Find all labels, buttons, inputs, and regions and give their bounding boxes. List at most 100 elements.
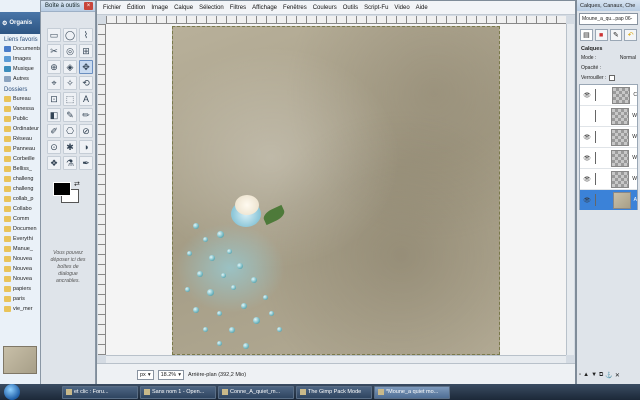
tool-button[interactable]: ⊞: [79, 44, 93, 58]
folder-item[interactable]: Vanessa: [0, 104, 43, 114]
tool-button[interactable]: ✱: [63, 140, 77, 154]
tool-button[interactable]: ⚗: [63, 156, 77, 170]
folder-item[interactable]: papiers: [0, 284, 43, 294]
eye-icon[interactable]: 👁: [582, 155, 592, 162]
folder-item[interactable]: Documen: [0, 224, 43, 234]
folder-item[interactable]: Ordinateur: [0, 124, 43, 134]
tool-button[interactable]: ❖: [47, 156, 61, 170]
delete-layer-icon[interactable]: ✕: [615, 372, 620, 382]
taskbar-button[interactable]: The Gimp Pack Mode: [296, 385, 372, 399]
favorite-item[interactable]: Autres: [0, 74, 43, 84]
tool-button[interactable]: ⟲: [79, 76, 93, 90]
tool-button[interactable]: ✒: [79, 156, 93, 170]
favorite-item[interactable]: Documents: [0, 44, 43, 54]
tool-button[interactable]: ⬚: [63, 92, 77, 106]
tab-channels[interactable]: ■: [594, 29, 608, 41]
chain-icon[interactable]: [595, 152, 601, 164]
folder-item[interactable]: Réseau: [0, 134, 43, 144]
menu-item[interactable]: Fichier: [103, 5, 121, 11]
canvas-area[interactable]: [106, 24, 566, 355]
vertical-scrollbar[interactable]: [566, 24, 574, 355]
tab-undo[interactable]: ↶: [624, 29, 637, 41]
menu-item[interactable]: Édition: [127, 5, 145, 11]
folder-item[interactable]: vie_mer: [0, 304, 43, 314]
tool-button[interactable]: ⌇: [79, 28, 93, 42]
tool-button[interactable]: ⌖: [47, 76, 61, 90]
chain-icon[interactable]: [595, 131, 601, 143]
layer-row[interactable]: 👁 W: [580, 127, 637, 148]
taskbar-button[interactable]: Conne_A_quiet_m...: [218, 385, 294, 399]
eye-icon[interactable]: 👁: [582, 176, 592, 183]
folder-item[interactable]: Nouvea: [0, 274, 43, 284]
tool-button[interactable]: ✐: [47, 124, 61, 138]
menu-item[interactable]: Video: [394, 5, 409, 11]
layer-row[interactable]: 👁 A: [580, 190, 637, 211]
folder-item[interactable]: Corbeille: [0, 154, 43, 164]
folder-item[interactable]: Public: [0, 114, 43, 124]
folder-item[interactable]: Nouvea: [0, 254, 43, 264]
chain-icon[interactable]: [595, 89, 601, 101]
tool-button[interactable]: ◧: [47, 108, 61, 122]
eye-icon[interactable]: 👁: [582, 92, 592, 99]
image-selector[interactable]: Moune_a_qu...pap 06-: [579, 13, 638, 25]
eye-icon[interactable]: 👁: [582, 197, 592, 204]
close-icon[interactable]: ×: [84, 2, 93, 10]
tool-button[interactable]: ⎔: [63, 124, 77, 138]
folder-item[interactable]: challeng: [0, 174, 43, 184]
menu-item[interactable]: Fenêtres: [283, 5, 307, 11]
tool-button[interactable]: ⊡: [47, 92, 61, 106]
organize-button[interactable]: ⚙ Organis: [0, 12, 43, 34]
favorite-item[interactable]: Musique: [0, 64, 43, 74]
layer-row[interactable]: 👁 W: [580, 169, 637, 190]
taskbar-button[interactable]: Sans nom 1 - Open...: [140, 385, 216, 399]
duplicate-layer-icon[interactable]: ⧉: [599, 372, 603, 382]
zoom-select[interactable]: 18.2% ▾: [157, 369, 184, 380]
tool-button[interactable]: ✂: [47, 44, 61, 58]
tool-button[interactable]: ✎: [63, 108, 77, 122]
menu-item[interactable]: Outils: [343, 5, 358, 11]
layers-dock-title[interactable]: Calques, Canaux, Che: [577, 0, 640, 11]
folder-item[interactable]: Manue_: [0, 244, 43, 254]
folder-item[interactable]: collab_p: [0, 194, 43, 204]
menu-item[interactable]: Image: [151, 5, 168, 11]
unit-select[interactable]: px ▾: [137, 369, 154, 380]
favorite-item[interactable]: Images: [0, 54, 43, 64]
layer-row[interactable]: W: [580, 106, 637, 127]
folder-item[interactable]: Comm: [0, 214, 43, 224]
menu-item[interactable]: Sélection: [199, 5, 224, 11]
lower-layer-icon[interactable]: ▼: [591, 372, 597, 382]
folder-item[interactable]: Nouvea: [0, 264, 43, 274]
lock-checkbox[interactable]: [609, 75, 616, 81]
tab-layers[interactable]: ▤: [580, 29, 593, 41]
tool-button[interactable]: ✏: [79, 108, 93, 122]
folder-item[interactable]: Panneau: [0, 144, 43, 154]
layer-row[interactable]: 👁 C: [580, 85, 637, 106]
swap-colors-icon[interactable]: ⇄: [74, 180, 80, 188]
tab-paths[interactable]: ✎: [609, 29, 623, 41]
tool-button[interactable]: ⊕: [47, 60, 61, 74]
menu-item[interactable]: Script-Fu: [364, 5, 388, 11]
folder-item[interactable]: Collabo: [0, 204, 43, 214]
tool-button[interactable]: ⊙: [47, 140, 61, 154]
chain-icon[interactable]: [595, 194, 601, 206]
horizontal-ruler[interactable]: [106, 16, 566, 24]
preview-thumbnail[interactable]: [3, 346, 37, 374]
vertical-ruler[interactable]: [98, 24, 106, 355]
tool-button[interactable]: ◯: [63, 28, 77, 42]
tool-button[interactable]: A: [79, 92, 93, 106]
chain-icon[interactable]: [595, 110, 601, 122]
tool-button[interactable]: ◈: [63, 60, 77, 74]
folder-item[interactable]: Belliss_: [0, 164, 43, 174]
tool-button[interactable]: ◑: [79, 140, 93, 154]
new-layer-icon[interactable]: ▫: [579, 372, 581, 382]
chain-icon[interactable]: [595, 173, 601, 185]
mode-select[interactable]: Normal: [620, 55, 636, 61]
tool-button[interactable]: ✧: [63, 76, 77, 90]
folder-item[interactable]: Bureau: [0, 94, 43, 104]
folder-item[interactable]: paris: [0, 294, 43, 304]
anchor-layer-icon[interactable]: ⚓: [605, 372, 612, 382]
menu-item[interactable]: Couleurs: [313, 5, 337, 11]
foreground-color-swatch[interactable]: [53, 182, 71, 196]
taskbar-button[interactable]: et clic : Foru...: [62, 385, 138, 399]
image-canvas[interactable]: [172, 26, 500, 355]
